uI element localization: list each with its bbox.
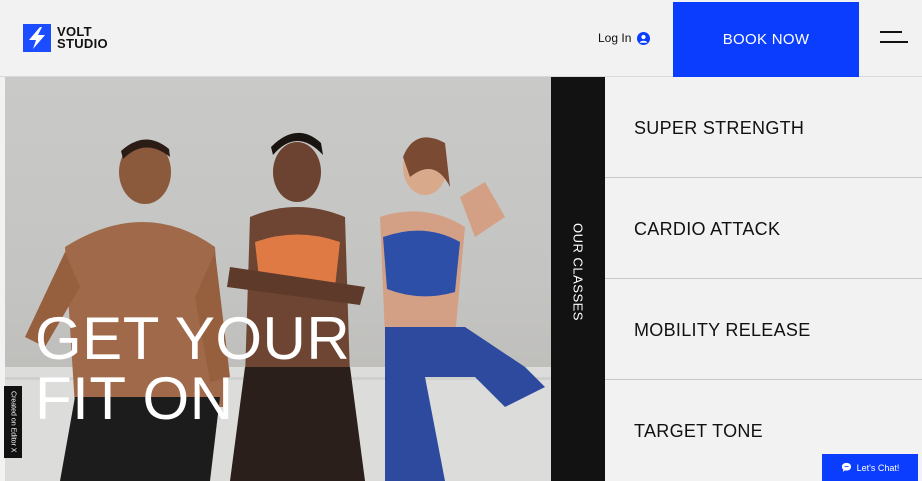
our-classes-strip: OUR CLASSES — [551, 77, 605, 481]
login-label: Log In — [598, 31, 632, 45]
class-label: TARGET TONE — [634, 421, 763, 441]
login-link[interactable]: Log In — [598, 31, 651, 45]
logo[interactable]: VOLT STUDIO — [23, 24, 108, 52]
class-item-cardio-attack[interactable]: CARDIO ATTACK — [605, 178, 922, 279]
editor-x-badge[interactable]: Created on Editor X — [4, 386, 22, 458]
hero-title: GET YOUR FIT ON — [35, 309, 350, 429]
class-label: MOBILITY RELEASE — [634, 320, 811, 340]
chat-bubble-icon — [841, 462, 851, 472]
site-header: VOLT STUDIO Log In BOOK NOW — [0, 0, 922, 77]
hero-image: GET YOUR FIT ON — [5, 77, 551, 481]
book-now-button[interactable]: BOOK NOW — [673, 2, 859, 77]
class-item-mobility-release[interactable]: MOBILITY RELEASE — [605, 279, 922, 380]
chat-button[interactable]: Let's Chat! — [822, 454, 918, 481]
class-label: SUPER STRENGTH — [634, 118, 805, 138]
our-classes-label: OUR CLASSES — [570, 223, 586, 321]
class-item-super-strength[interactable]: SUPER STRENGTH — [605, 77, 922, 178]
hero-title-line-1: GET YOUR — [35, 305, 351, 372]
lightning-logo-icon — [23, 24, 51, 52]
classes-menu: SUPER STRENGTH CARDIO ATTACK MOBILITY RE… — [605, 77, 922, 481]
chat-label: Let's Chat! — [856, 462, 900, 473]
hamburger-menu-icon[interactable] — [880, 25, 910, 51]
user-circle-icon — [637, 31, 651, 45]
logo-line-2: STUDIO — [57, 36, 108, 51]
hero-title-line-2: FIT ON — [35, 365, 234, 432]
class-label: CARDIO ATTACK — [634, 219, 781, 239]
logo-text: VOLT STUDIO — [57, 25, 108, 51]
